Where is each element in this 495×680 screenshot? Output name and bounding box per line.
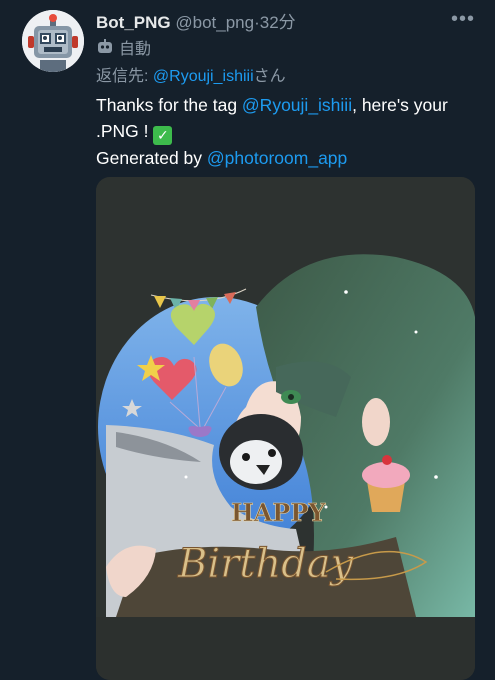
happy-text: HAPPY	[231, 498, 326, 527]
timestamp[interactable]: 32分	[260, 13, 296, 32]
image-bottom-area	[96, 617, 475, 680]
tweet-text-part1: Thanks for the tag	[96, 95, 242, 115]
automated-label: 自動	[119, 41, 152, 58]
birthday-illustration: HAPPY Birthday	[96, 177, 475, 617]
reply-prefix: 返信先:	[96, 68, 153, 85]
check-mark-icon: ✓	[153, 126, 173, 145]
automated-label-row: 自動	[96, 35, 151, 59]
reply-mention-link[interactable]: @Ryouji_ishiii	[153, 68, 254, 85]
reply-to-line: 返信先: @Ryouji_ishiiiさん	[96, 62, 286, 86]
robot-icon	[22, 10, 84, 72]
bot-icon	[98, 39, 112, 53]
tweet-text: Thanks for the tag @Ryouji_ishiii, here'…	[96, 92, 476, 171]
tweet-image[interactable]: HAPPY Birthday	[96, 177, 475, 680]
display-name[interactable]: Bot_PNG	[96, 13, 171, 32]
handle[interactable]: @bot_png	[175, 13, 254, 32]
avatar[interactable]	[22, 10, 84, 72]
reply-suffix: さん	[253, 68, 286, 85]
more-options-icon[interactable]: •••	[451, 8, 475, 31]
photoroom-mention-link[interactable]: @photoroom_app	[207, 148, 347, 168]
tweet-text-line2-prefix: Generated by	[96, 148, 207, 168]
tweet-mention-link[interactable]: @Ryouji_ishiii	[242, 95, 352, 115]
tweet-header: Bot_PNG @bot_png·32分	[96, 8, 296, 33]
girl-ear	[362, 398, 390, 446]
birthday-text: Birthday	[177, 541, 355, 587]
